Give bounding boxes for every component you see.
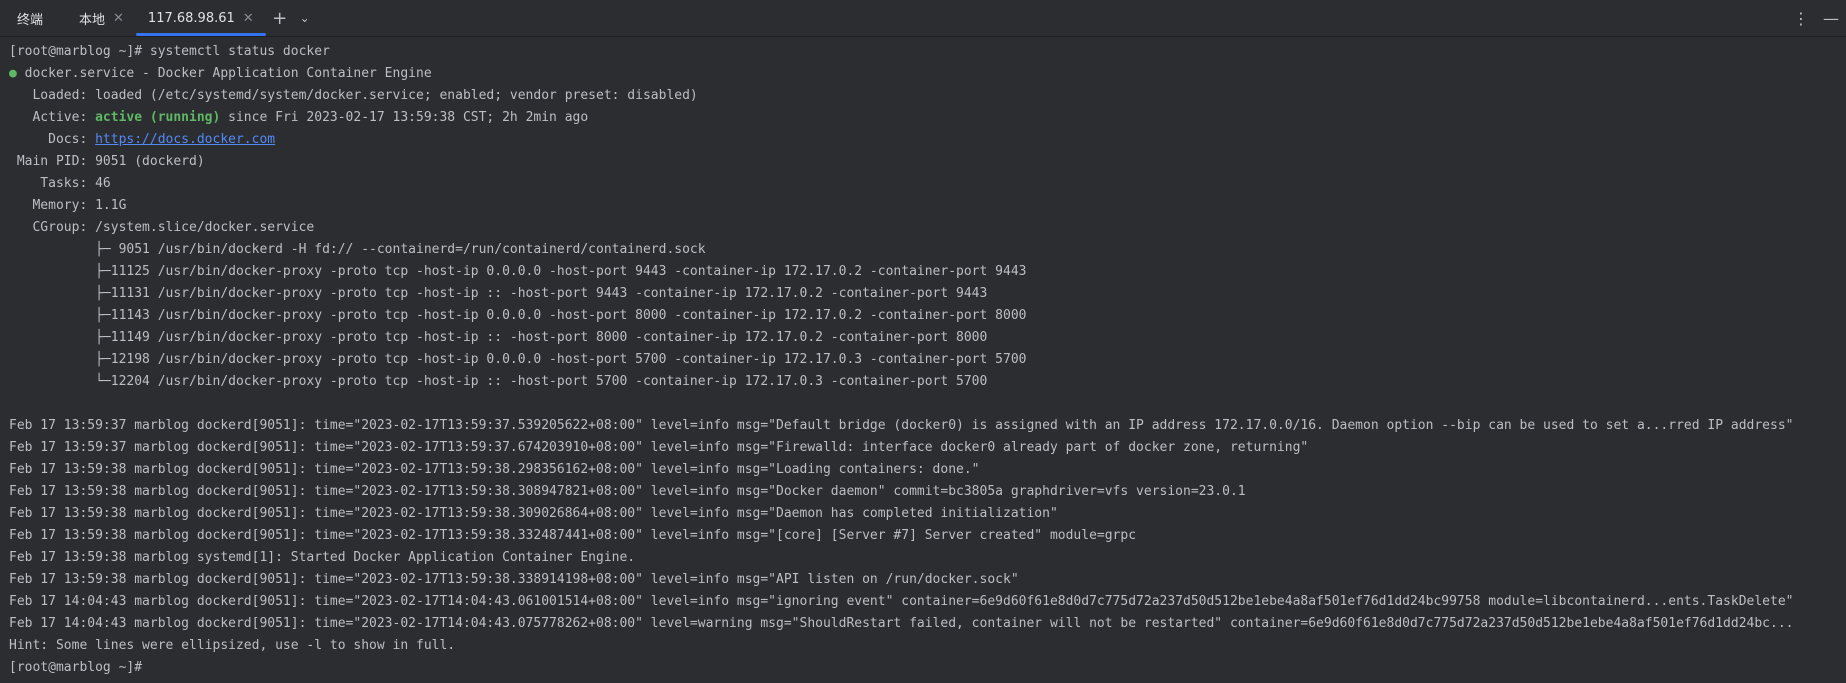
service-header: ● docker.service - Docker Application Co… [9,63,432,85]
log-line: Feb 17 13:59:38 marblog dockerd[9051]: t… [9,506,1058,521]
cgroup-process-line: └─12204 /usr/bin/docker-proxy -proto tcp… [9,374,988,389]
service-name: docker.service - Docker Application Cont… [16,66,432,81]
hint-line: Hint: Some lines were ellipsized, use -l… [9,638,456,653]
chevron-down-icon[interactable]: ⌄ [294,0,316,36]
tab-remote-host[interactable]: 117.68.98.61 ✕ [135,0,266,36]
terminal-tab-bar: 终端 本地 ✕ 117.68.98.61 ✕ + ⌄ ⋮ — [0,0,1846,37]
prompt-text: [root@marblog ~]# [9,660,150,675]
cgroup-process-line: ├─11131 /usr/bin/docker-proxy -proto tcp… [9,286,988,301]
docs-line: Docs: https://docs.docker.com [9,129,275,151]
close-icon[interactable]: ✕ [113,11,124,26]
log-line: Feb 17 14:04:43 marblog dockerd[9051]: t… [9,594,1794,609]
active-since: since Fri 2023-02-17 13:59:38 CST; 2h 2m… [220,110,589,125]
main-pid-line: Main PID: 9051 (dockerd) [9,154,205,169]
cgroup-process-line: ├─ 9051 /usr/bin/dockerd -H fd:// --cont… [9,242,706,257]
minimize-icon[interactable]: — [1816,9,1846,28]
log-line: Feb 17 13:59:38 marblog dockerd[9051]: t… [9,572,1019,587]
log-line: Feb 17 13:59:38 marblog dockerd[9051]: t… [9,528,1137,543]
log-line: Feb 17 13:59:38 marblog dockerd[9051]: t… [9,462,980,477]
cgroup-process-line: ├─11149 /usr/bin/docker-proxy -proto tcp… [9,330,988,345]
command-line: [root@marblog ~]# systemctl status docke… [9,44,330,59]
log-line: Feb 17 13:59:37 marblog dockerd[9051]: t… [9,418,1794,433]
terminal-panel-title: 终端 [17,12,44,28]
memory-line: Memory: 1.1G [9,198,127,213]
tasks-line: Tasks: 46 [9,176,111,191]
cgroup-process-line: ├─11125 /usr/bin/docker-proxy -proto tcp… [9,264,1027,279]
active-label: Active: [9,110,96,125]
cgroup-line: CGroup: /system.slice/docker.service [9,220,315,235]
tab-label: 117.68.98.61 [147,10,235,26]
new-tab-icon[interactable]: + [266,0,294,36]
text-cursor [150,660,158,675]
docs-label: Docs: [9,132,96,147]
tab-local[interactable]: 本地 ✕ [67,0,136,36]
active-line: Active: active (running) since Fri 2023-… [9,107,588,129]
log-line: Feb 17 13:59:37 marblog dockerd[9051]: t… [9,440,1309,455]
terminal-output[interactable]: [root@marblog ~]# systemctl status docke… [0,37,1846,683]
docs-link[interactable]: https://docs.docker.com [95,132,275,147]
tab-label: 本地 [79,12,106,28]
log-line: Feb 17 13:59:38 marblog dockerd[9051]: t… [9,484,1246,499]
active-state: active (running) [95,110,221,125]
close-icon[interactable]: ✕ [243,11,254,26]
log-line: Feb 17 13:59:38 marblog systemd[1]: Star… [9,550,636,565]
log-line: Feb 17 14:04:43 marblog dockerd[9051]: t… [9,616,1794,631]
loaded-line: Loaded: loaded (/etc/systemd/system/dock… [9,88,698,103]
cgroup-process-line: ├─12198 /usr/bin/docker-proxy -proto tcp… [9,352,1027,367]
cgroup-process-line: ├─11143 /usr/bin/docker-proxy -proto tcp… [9,308,1027,323]
status-dot-icon: ● [9,66,17,81]
more-options-icon[interactable]: ⋮ [1786,9,1816,28]
shell-prompt[interactable]: [root@marblog ~]# [9,657,158,679]
